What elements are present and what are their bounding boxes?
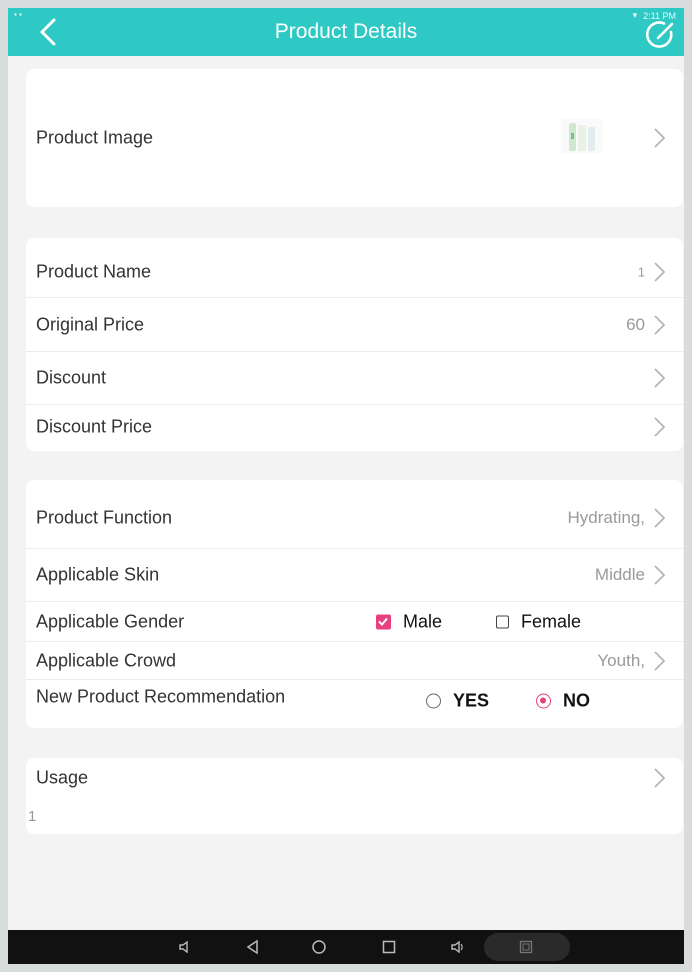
discount-label: Discount: [36, 367, 107, 388]
chevron-right-icon: [654, 565, 666, 585]
no-label: NO: [563, 690, 590, 711]
original-price-label: Original Price: [36, 314, 145, 334]
usage-row[interactable]: Usage: [26, 758, 683, 798]
original-price-value: 60: [626, 314, 645, 334]
discount-price-row[interactable]: Discount Price: [26, 405, 683, 449]
edit-icon: [646, 21, 674, 48]
male-checkbox[interactable]: [376, 614, 391, 629]
applicable-gender-label: Applicable Gender: [36, 611, 185, 631]
product-name-value: 1: [637, 264, 645, 279]
yes-radio[interactable]: [426, 693, 441, 709]
volume-down-icon[interactable]: [176, 938, 194, 956]
usage-card: Usage 1: [26, 758, 683, 834]
recommendation-label: New Product Recommendation: [36, 686, 286, 707]
screenshot-pill[interactable]: [484, 933, 570, 961]
female-checkbox[interactable]: [496, 615, 509, 628]
edit-button[interactable]: [644, 18, 678, 52]
product-name-label: Product Name: [36, 261, 152, 281]
back-nav-icon[interactable]: [244, 938, 262, 956]
product-image-label: Product Image: [36, 127, 154, 148]
chevron-right-icon: [654, 128, 666, 148]
chevron-right-icon: [654, 768, 666, 788]
applicable-crowd-label: Applicable Crowd: [36, 650, 177, 670]
usage-label: Usage: [36, 767, 89, 788]
status-icons-left: ▪ ▪: [14, 10, 22, 19]
product-function-value: Hydrating,: [567, 508, 645, 527]
new-product-recommendation-row: New Product Recommendation YES NO: [26, 680, 683, 722]
screen: ▪ ▪ ▾ 2:11 PM Product Details Product Im…: [8, 8, 684, 964]
applicable-skin-row[interactable]: Applicable Skin Middle: [26, 549, 683, 602]
gender-option-male[interactable]: Male: [376, 611, 442, 632]
male-label: Male: [403, 611, 443, 631]
app-header: ▪ ▪ ▾ 2:11 PM Product Details: [8, 8, 684, 56]
usage-text: 1: [28, 808, 37, 825]
discount-row[interactable]: Discount: [26, 352, 683, 405]
applicable-gender-row: Applicable Gender Male Female: [26, 602, 683, 642]
product-thumbnail[interactable]: [559, 115, 605, 155]
chevron-right-icon: [654, 417, 666, 437]
female-label: Female: [521, 611, 582, 631]
chevron-right-icon: [654, 368, 666, 388]
applicable-skin-label: Applicable Skin: [36, 564, 160, 585]
check-icon: [378, 617, 388, 626]
recents-nav-icon[interactable]: [380, 938, 398, 956]
product-name-row[interactable]: Product Name 1: [26, 246, 683, 298]
basic-info-card: Product Name 1 Original Price 60 Discoun…: [26, 238, 683, 451]
discount-price-label: Discount Price: [36, 416, 153, 437]
applicable-crowd-value: Youth,: [597, 650, 645, 670]
chevron-right-icon: [654, 508, 666, 528]
attributes-card: Product Function Hydrating, Applicable S…: [26, 480, 683, 728]
no-radio[interactable]: [536, 693, 551, 709]
page-title: Product Details: [274, 20, 418, 43]
product-function-row[interactable]: Product Function Hydrating,: [26, 488, 683, 549]
chevron-right-icon: [654, 314, 666, 335]
applicable-skin-value: Middle: [594, 565, 645, 584]
yes-label: YES: [453, 690, 490, 711]
home-nav-icon[interactable]: [310, 938, 328, 956]
recommend-option-no[interactable]: NO: [536, 691, 590, 712]
applicable-crowd-row[interactable]: Applicable Crowd Youth,: [26, 642, 683, 680]
system-nav-bar: [8, 930, 684, 964]
gender-option-female[interactable]: Female: [496, 611, 581, 632]
chevron-right-icon: [654, 650, 666, 671]
recommend-option-yes[interactable]: YES: [426, 691, 489, 712]
screenshot-icon: [519, 940, 533, 954]
original-price-row[interactable]: Original Price 60: [26, 298, 683, 352]
chevron-right-icon: [654, 261, 666, 282]
product-image-card: Product Image: [26, 69, 683, 207]
volume-up-icon[interactable]: [448, 938, 466, 956]
product-function-label: Product Function: [36, 507, 173, 528]
